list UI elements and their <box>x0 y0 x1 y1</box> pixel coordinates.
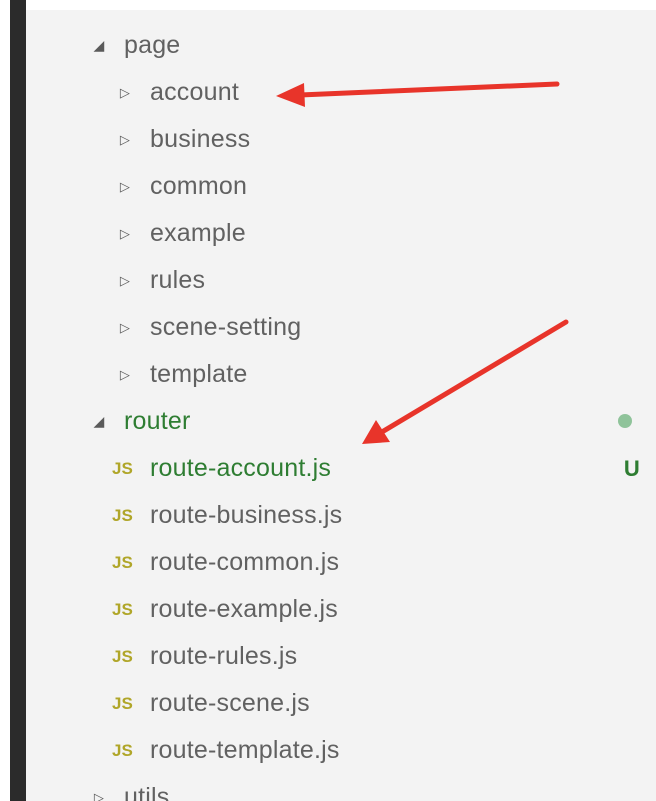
folder-label: template <box>150 360 248 388</box>
activity-bar-edge <box>10 0 26 801</box>
file-label: route-common.js <box>150 548 340 576</box>
caret-right-icon: ▷ <box>119 131 131 147</box>
folder-page[interactable]: ◢ page <box>26 22 656 69</box>
js-file-icon: JS <box>112 458 133 478</box>
caret-right-icon: ▷ <box>119 272 131 288</box>
file-route-rules[interactable]: JS route-rules.js <box>26 633 656 680</box>
modified-dot-icon <box>618 414 632 428</box>
caret-right-icon: ▷ <box>119 366 131 382</box>
folder-label: example <box>150 219 246 247</box>
caret-down-icon: ◢ <box>93 37 105 53</box>
folder-label: scene-setting <box>150 313 302 341</box>
caret-right-icon: ▷ <box>119 178 131 194</box>
folder-label: common <box>150 172 248 200</box>
js-file-icon: JS <box>112 693 133 713</box>
caret-down-icon: ◢ <box>93 413 105 429</box>
folder-utils[interactable]: ▷ utils <box>26 774 656 801</box>
js-file-icon: JS <box>112 599 133 619</box>
caret-right-icon: ▷ <box>93 789 105 801</box>
caret-right-icon: ▷ <box>119 225 131 241</box>
folder-label: router <box>124 407 191 435</box>
folder-label: account <box>150 78 239 106</box>
file-label: route-scene.js <box>150 689 310 717</box>
folder-label: business <box>150 125 251 153</box>
folder-example[interactable]: ▷ example <box>26 210 656 257</box>
folder-common[interactable]: ▷ common <box>26 163 656 210</box>
caret-right-icon: ▷ <box>119 84 131 100</box>
folder-business[interactable]: ▷ business <box>26 116 656 163</box>
file-label: route-account.js <box>150 454 332 482</box>
caret-right-icon: ▷ <box>119 319 131 335</box>
untracked-badge: U <box>623 455 640 481</box>
file-route-account[interactable]: JS route-account.js U <box>26 445 656 492</box>
folder-label: rules <box>150 266 206 294</box>
folder-router[interactable]: ◢ router <box>26 398 656 445</box>
file-route-template[interactable]: JS route-template.js <box>26 727 656 774</box>
file-route-business[interactable]: JS route-business.js <box>26 492 656 539</box>
screenshot-frame: ◢ page ▷ account ▷ business ▷ common ▷ e… <box>0 0 656 801</box>
folder-label: page <box>124 31 181 59</box>
file-label: route-rules.js <box>150 642 298 670</box>
js-file-icon: JS <box>112 646 133 666</box>
folder-template[interactable]: ▷ template <box>26 351 656 398</box>
file-label: route-business.js <box>150 501 343 529</box>
file-route-common[interactable]: JS route-common.js <box>26 539 656 586</box>
folder-account[interactable]: ▷ account <box>26 69 656 116</box>
js-file-icon: JS <box>112 552 133 572</box>
file-explorer: ◢ page ▷ account ▷ business ▷ common ▷ e… <box>26 10 656 801</box>
js-file-icon: JS <box>112 740 133 760</box>
folder-label: utils <box>124 783 170 801</box>
file-label: route-template.js <box>150 736 340 764</box>
file-label: route-example.js <box>150 595 339 623</box>
js-file-icon: JS <box>112 505 133 525</box>
folder-rules[interactable]: ▷ rules <box>26 257 656 304</box>
folder-scene-setting[interactable]: ▷ scene-setting <box>26 304 656 351</box>
file-route-scene[interactable]: JS route-scene.js <box>26 680 656 727</box>
file-route-example[interactable]: JS route-example.js <box>26 586 656 633</box>
